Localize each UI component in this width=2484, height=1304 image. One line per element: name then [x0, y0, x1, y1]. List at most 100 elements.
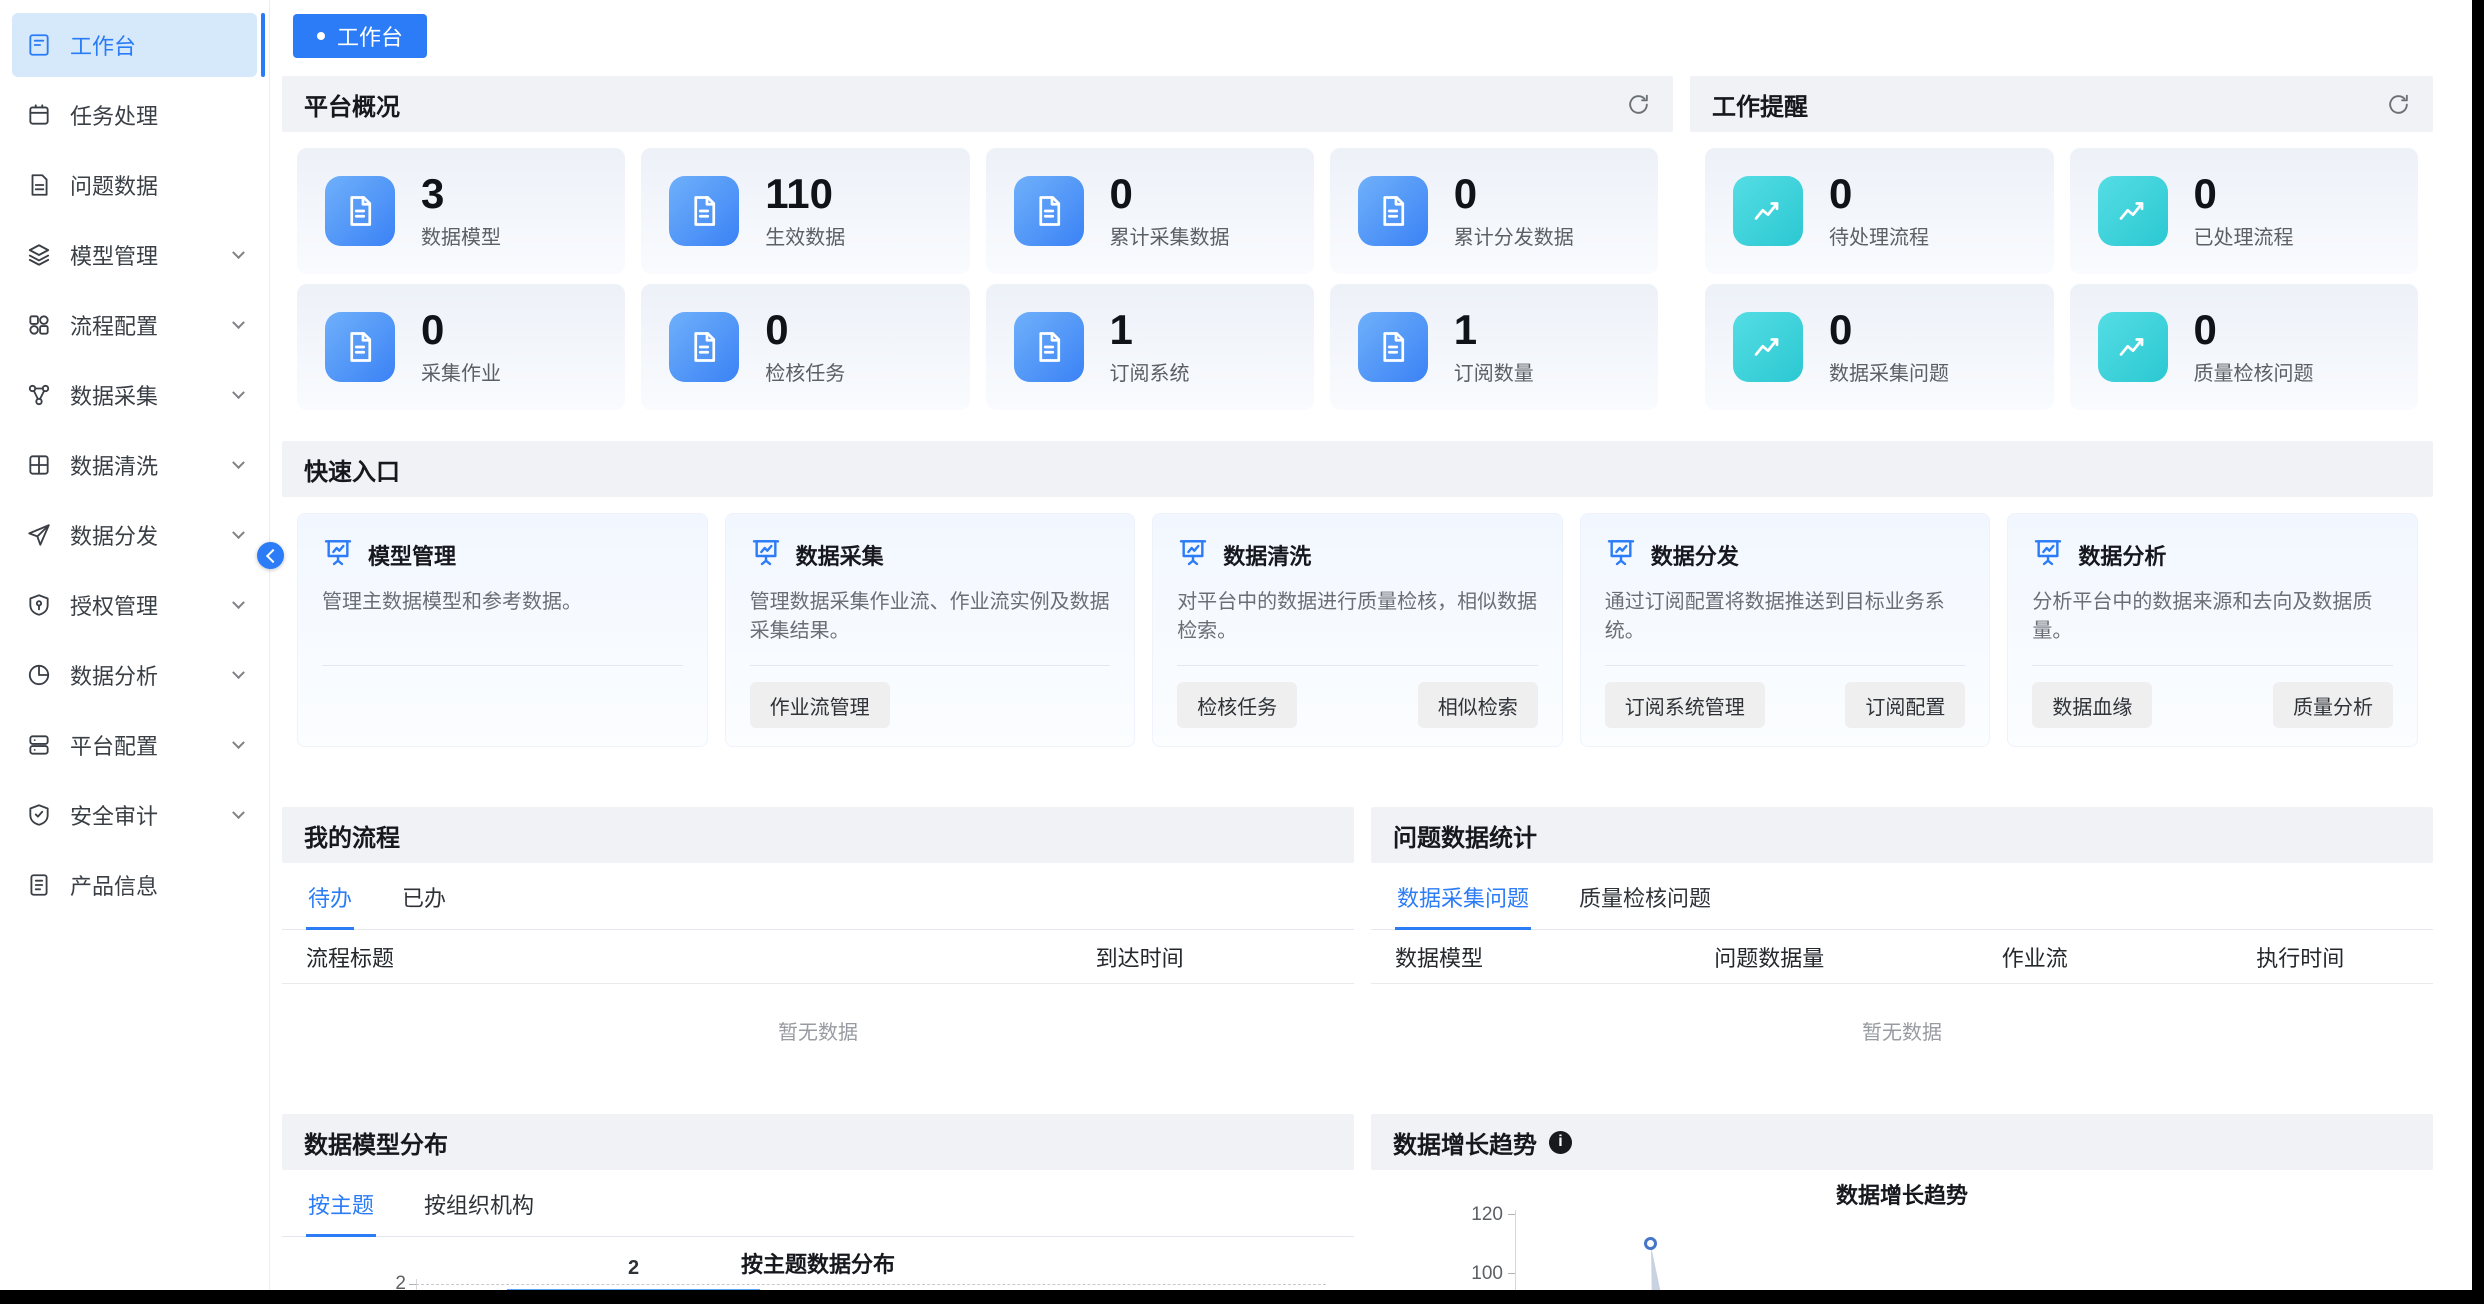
sidebar-item-platform-config[interactable]: 平台配置	[12, 713, 257, 777]
sidebar-collapse-button[interactable]	[257, 542, 284, 569]
issue-stats-tabs: 数据采集问题 质量检核问题	[1371, 863, 2433, 930]
workflow-mgmt-button[interactable]: 作业流管理	[750, 682, 890, 728]
flow-config-icon	[26, 312, 52, 338]
stat-card-collect-jobs: 0采集作业	[297, 284, 625, 410]
stat-card-data-models: 3数据模型	[297, 148, 625, 274]
stat-value: 0	[2194, 172, 2294, 216]
sidebar-item-data-collection[interactable]: 数据采集	[12, 363, 257, 427]
document-icon	[1014, 176, 1084, 246]
subject-bar-chart: 按主题数据分布 2 2	[282, 1237, 1354, 1290]
chevron-down-icon	[232, 806, 245, 819]
auth-mgmt-icon	[26, 592, 52, 618]
sidebar-item-label: 模型管理	[70, 239, 216, 271]
stat-card-pending-flows: 0待处理流程	[1705, 148, 2054, 274]
divider	[322, 665, 683, 666]
sidebar-item-issue-data[interactable]: 问题数据	[12, 153, 257, 217]
stat-value: 0	[1454, 172, 1574, 216]
growth-trend-panel: 数据增长趋势 i 数据增长趋势 120 100	[1371, 1114, 2433, 1290]
quick-card-title: 数据清洗	[1223, 539, 1311, 571]
document-icon	[325, 176, 395, 246]
quick-card-buttons: 数据血缘 质量分析	[2032, 682, 2393, 728]
stat-label: 累计采集数据	[1110, 221, 1230, 250]
quick-card-data-distribution[interactable]: 数据分发 通过订阅配置将数据推送到目标业务系统。 订阅系统管理 订阅配置	[1580, 513, 1991, 747]
quick-card-data-cleaning[interactable]: 数据清洗 对平台中的数据进行质量检核，相似数据检索。 检核任务 相似检索	[1152, 513, 1563, 747]
quick-card-model-mgmt[interactable]: 模型管理 管理主数据模型和参考数据。	[297, 513, 708, 747]
quick-card-desc: 分析平台中的数据来源和去向及数据质量。	[2032, 588, 2393, 665]
stat-card-subscribe-count: 1订阅数量	[1330, 284, 1658, 410]
data-cleaning-icon	[26, 452, 52, 478]
quick-card-title: 数据分析	[2078, 539, 2166, 571]
tab-by-org[interactable]: 按组织机构	[422, 1170, 536, 1236]
quick-card-desc: 通过订阅配置将数据推送到目标业务系统。	[1605, 588, 1966, 665]
tab-quality-issues[interactable]: 质量检核问题	[1577, 863, 1713, 929]
panel-header: 我的流程	[282, 807, 1354, 863]
sidebar-item-flow-config[interactable]: 流程配置	[12, 293, 257, 357]
stat-card-collected-data: 0累计采集数据	[986, 148, 1314, 274]
quick-card-desc: 管理主数据模型和参考数据。	[322, 588, 683, 665]
stat-card-effective-data: 110生效数据	[641, 148, 969, 274]
stat-label: 待处理流程	[1829, 221, 1929, 250]
bar-value-label: 2	[507, 1257, 760, 1280]
board-chart-icon	[2032, 536, 2064, 574]
sidebar-item-auth-mgmt[interactable]: 授权管理	[12, 573, 257, 637]
refresh-icon[interactable]	[1626, 92, 1651, 117]
divider	[2032, 665, 2393, 666]
quick-card-title: 数据分发	[1651, 539, 1739, 571]
tab-active-dot-icon	[317, 32, 325, 40]
tab-workbench[interactable]: 工作台	[293, 14, 427, 58]
subscribe-system-mgmt-button[interactable]: 订阅系统管理	[1605, 682, 1765, 728]
stat-value: 0	[421, 308, 501, 352]
similar-search-button[interactable]: 相似检索	[1418, 682, 1538, 728]
quick-card-title: 数据采集	[796, 539, 884, 571]
y-axis-tickmark	[409, 1284, 416, 1285]
chevron-down-icon	[232, 386, 245, 399]
sidebar-item-workbench[interactable]: 工作台	[12, 13, 257, 77]
sidebar-item-product-info[interactable]: 产品信息	[12, 853, 257, 917]
tab-collect-issues[interactable]: 数据采集问题	[1395, 863, 1531, 929]
stat-label: 检核任务	[765, 357, 845, 386]
main-area: 工作台 平台概况 3数据模型	[270, 0, 2472, 1290]
y-axis-tick: 100	[1433, 1263, 1503, 1285]
stat-value: 1	[1110, 308, 1190, 352]
stat-card-subscribe-systems: 1订阅系统	[986, 284, 1314, 410]
panel-header: 数据增长趋势 i	[1371, 1114, 2433, 1170]
data-lineage-button[interactable]: 数据血缘	[2032, 682, 2152, 728]
quick-card-buttons: 订阅系统管理 订阅配置	[1605, 682, 1966, 728]
bar[interactable]	[507, 1289, 760, 1290]
document-icon	[669, 176, 739, 246]
issue-data-stats-panel: 问题数据统计 数据采集问题 质量检核问题 数据模型 问题数据量 作业流 执行时间…	[1371, 807, 2433, 1085]
document-icon	[1014, 312, 1084, 382]
tab-todo[interactable]: 待办	[306, 863, 354, 929]
sidebar-item-label: 问题数据	[70, 169, 243, 201]
sidebar-item-label: 数据分析	[70, 659, 216, 691]
stat-card-handled-flows: 0已处理流程	[2070, 148, 2419, 274]
data-point[interactable]	[1644, 1237, 1657, 1250]
check-task-button[interactable]: 检核任务	[1177, 682, 1297, 728]
quality-analysis-button[interactable]: 质量分析	[2273, 682, 2393, 728]
chart-title: 数据增长趋势	[1371, 1170, 2433, 1210]
sidebar-item-security-audit[interactable]: 安全审计	[12, 783, 257, 847]
sidebar-item-label: 数据分发	[70, 519, 216, 551]
divider	[750, 665, 1111, 666]
document-icon	[325, 312, 395, 382]
quick-card-data-collection[interactable]: 数据采集 管理数据采集作业流、作业流实例及数据采集结果。 作业流管理	[725, 513, 1136, 747]
refresh-icon[interactable]	[2386, 92, 2411, 117]
tab-by-subject[interactable]: 按主题	[306, 1170, 376, 1236]
model-distribution-tabs: 按主题 按组织机构	[282, 1170, 1354, 1237]
sidebar-item-data-cleaning[interactable]: 数据清洗	[12, 433, 257, 497]
stat-value: 3	[421, 172, 501, 216]
sidebar-item-model-mgmt[interactable]: 模型管理	[12, 223, 257, 287]
overview-stats-grid: 3数据模型 110生效数据 0累计采集数据 0累计分发数据	[282, 132, 1673, 426]
quick-card-buttons	[322, 682, 683, 728]
data-distribution-icon	[26, 522, 52, 548]
quick-card-buttons: 作业流管理	[750, 682, 1111, 728]
sidebar-item-task-handling[interactable]: 任务处理	[12, 83, 257, 147]
sidebar-item-data-analysis[interactable]: 数据分析	[12, 643, 257, 707]
quick-card-data-analysis[interactable]: 数据分析 分析平台中的数据来源和去向及数据质量。 数据血缘 质量分析	[2007, 513, 2418, 747]
sidebar-item-data-distribution[interactable]: 数据分发	[12, 503, 257, 567]
tab-done[interactable]: 已办	[400, 863, 448, 929]
chevron-down-icon	[232, 246, 245, 259]
info-icon[interactable]: i	[1549, 1131, 1572, 1154]
subscribe-config-button[interactable]: 订阅配置	[1845, 682, 1965, 728]
sidebar-item-label: 数据采集	[70, 379, 216, 411]
